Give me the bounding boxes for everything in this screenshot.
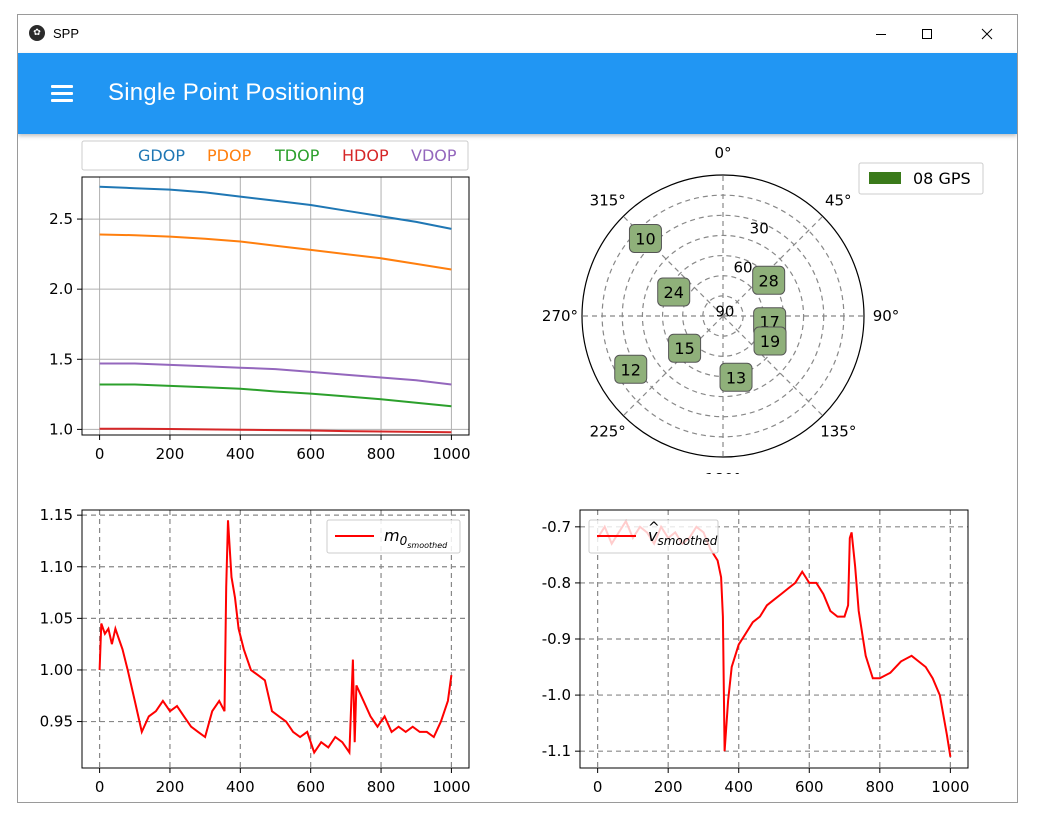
dop-legend: GDOP PDOP TDOP HDOP VDOP — [81, 140, 469, 171]
m0-legend: m0smoothed — [326, 519, 461, 554]
azimuth-label: 180° — [705, 470, 741, 474]
title-bar[interactable]: ✿ SPP — [18, 15, 1017, 53]
minimize-icon — [876, 34, 886, 35]
legend-label-gdop: GDOP — [138, 146, 185, 165]
x-tick-label: 200 — [654, 778, 683, 795]
x-tick-label: 1000 — [931, 778, 969, 795]
series-line-m0-smoothed — [98, 520, 453, 756]
svg-text:12: 12 — [621, 360, 641, 379]
y-tick-label: 2.5 — [49, 210, 73, 228]
x-tick-label: 800 — [367, 445, 396, 463]
elevation-label: 30 — [750, 220, 769, 238]
y-tick-label: 1.5 — [49, 350, 73, 368]
y-tick-label: 0.95 — [40, 713, 73, 731]
m0-legend-subsub: smoothed — [407, 541, 448, 550]
x-tick-label: 600 — [795, 778, 824, 795]
satellite-12: 12 — [614, 354, 648, 384]
elevation-label: 90 — [715, 302, 734, 320]
maximize-button[interactable] — [904, 15, 950, 53]
maximize-icon — [922, 29, 932, 39]
y-tick-label: 1.0 — [49, 420, 73, 438]
x-tick-label: 200 — [156, 445, 185, 463]
y-tick-label: -1.0 — [542, 686, 571, 704]
x-tick-label: 0 — [95, 445, 105, 463]
x-tick-label: 1000 — [432, 778, 470, 795]
legend-label-pdop: PDOP — [207, 146, 252, 165]
y-tick-label: -0.8 — [542, 574, 571, 592]
x-tick-label: 0 — [593, 778, 603, 795]
legend-label-hdop: HDOP — [342, 146, 389, 165]
kivy-icon: ✿ — [29, 25, 45, 41]
x-tick-label: 600 — [296, 778, 325, 795]
satellite-13: 13 — [719, 362, 753, 392]
azimuth-label: 270° — [542, 307, 578, 325]
x-tick-label: 200 — [156, 778, 185, 795]
dop-chart: 0 200 400 600 800 1000 1.0 1.5 2.0 2.5 GDOP PDOP TD… — [49, 140, 471, 463]
x-tick-label: 800 — [865, 778, 894, 795]
y-tick-label: 1.15 — [40, 506, 73, 524]
series-line-pdop — [99, 233, 452, 271]
app-bar: Single Point Positioning — [18, 53, 1017, 134]
svg-text:10: 10 — [635, 229, 655, 248]
m0-legend-main: m — [384, 526, 400, 545]
series-line-vdop — [99, 362, 452, 386]
elevation-label: 60 — [733, 259, 752, 277]
legend-label-vdop: VDOP — [411, 146, 457, 165]
close-button[interactable] — [964, 15, 1010, 53]
azimuth-label: 225° — [590, 422, 626, 440]
v-smoothed-chart: 0 200 400 600 800 1000 -1.1 -1.0 -0.9 -0.8 -0.7 vs… — [542, 509, 969, 795]
y-tick-label: 1.00 — [40, 661, 73, 679]
azimuth-label: 0° — [714, 144, 731, 162]
svg-text:15: 15 — [674, 339, 694, 358]
y-tick-label: -0.7 — [542, 518, 571, 536]
azimuth-label: 135° — [820, 422, 856, 440]
x-tick-label: 0 — [95, 778, 105, 795]
series-line-tdop — [99, 383, 452, 408]
skyplot-chart: 0° 45° 90° 135° 180° 225° 270° 315° 30 60 90 10 28 2… — [542, 144, 984, 474]
m0-smoothed-chart: 0 200 400 600 800 1000 0.95 1.00 1.05 1.10 1.15 m0… — [40, 506, 471, 795]
window-title: SPP — [53, 26, 80, 41]
y-tick-label: 2.0 — [49, 280, 73, 298]
satellite-24: 24 — [657, 277, 691, 307]
y-tick-label: -0.9 — [542, 630, 571, 648]
app-title: Single Point Positioning — [108, 79, 365, 106]
x-tick-label: 400 — [226, 445, 255, 463]
svg-text:19: 19 — [760, 332, 780, 351]
close-icon — [981, 28, 993, 40]
y-tick-label: 1.10 — [40, 558, 73, 576]
svg-text:28: 28 — [758, 271, 778, 290]
y-tick-label: 1.05 — [40, 609, 73, 627]
azimuth-label: 45° — [825, 192, 852, 210]
y-tick-label: -1.1 — [542, 742, 571, 760]
x-tick-label: 400 — [724, 778, 753, 795]
svg-text:24: 24 — [664, 283, 684, 302]
svg-text:^: ^ — [648, 520, 660, 536]
svg-text:13: 13 — [726, 368, 746, 387]
satellite-10: 10 — [628, 223, 662, 253]
satellite-15: 15 — [668, 333, 702, 363]
azimuth-label: 90° — [873, 307, 900, 325]
minimize-button[interactable] — [858, 15, 904, 53]
x-tick-label: 400 — [226, 778, 255, 795]
v-legend: vsmoothed ^ — [588, 519, 719, 554]
legend-label-tdop: TDOP — [274, 146, 320, 165]
satellite-28: 28 — [752, 265, 786, 295]
app-window: ✿ SPP Single Point Positioning 0 200 400 60… — [17, 14, 1018, 803]
legend-label-gps: 08 GPS — [913, 169, 971, 188]
hamburger-menu-icon[interactable] — [48, 79, 76, 107]
x-tick-label: 600 — [296, 445, 325, 463]
satellite-19: 19 — [753, 326, 787, 356]
x-tick-label: 1000 — [432, 445, 470, 463]
x-tick-label: 800 — [367, 778, 396, 795]
series-line-gdop — [99, 185, 452, 230]
skyplot-legend: 08 GPS — [858, 162, 984, 195]
v-legend-sub: smoothed — [657, 534, 717, 548]
azimuth-label: 315° — [590, 192, 626, 210]
